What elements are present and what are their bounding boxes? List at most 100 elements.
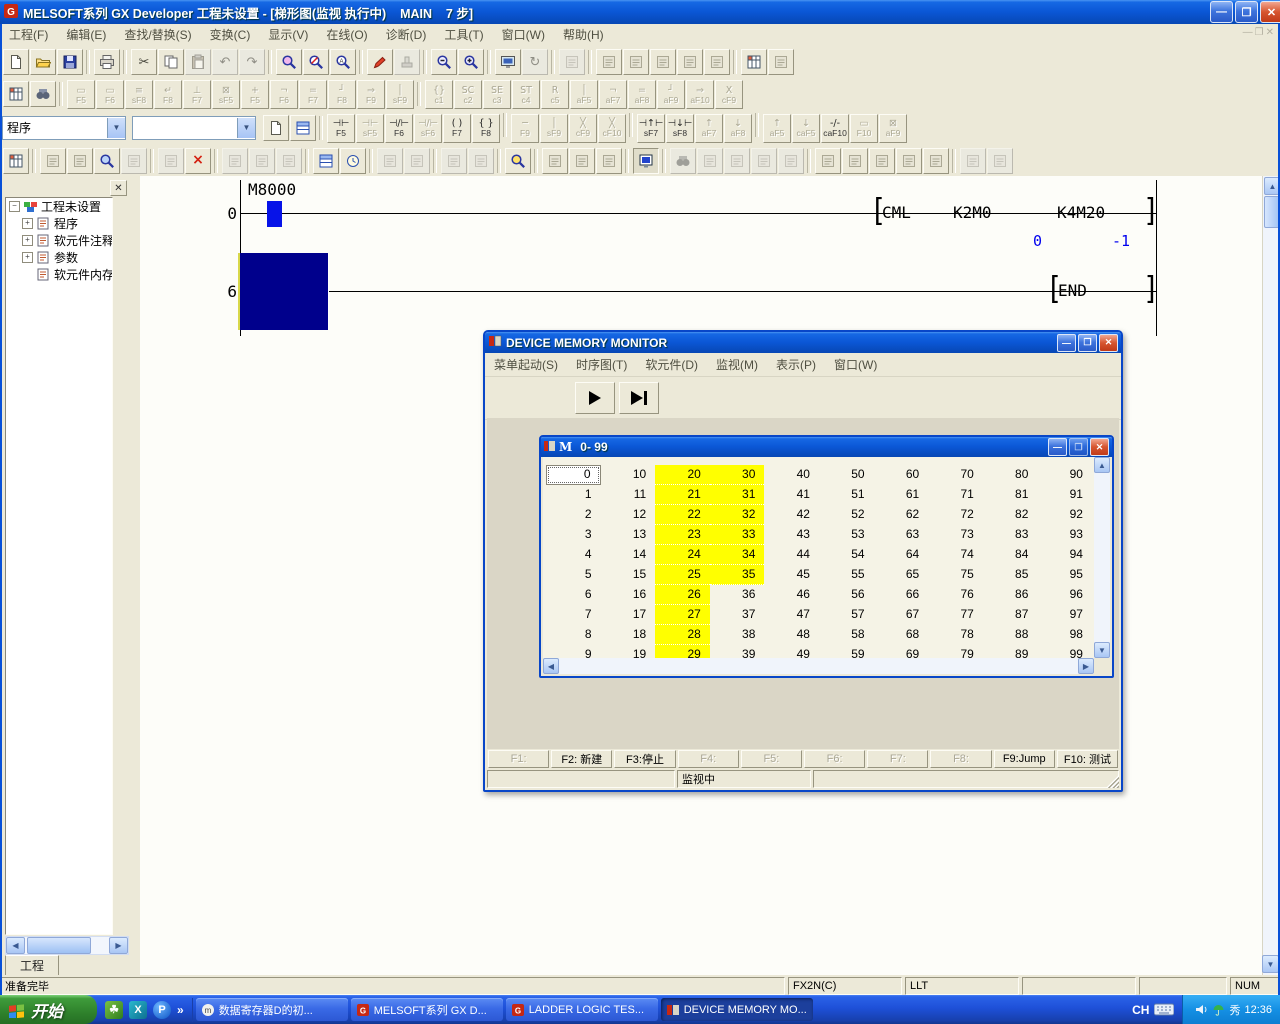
device-cell-95[interactable]: 95 bbox=[1037, 565, 1092, 585]
window-next-button[interactable] bbox=[468, 148, 494, 174]
language-indicator[interactable]: CH bbox=[1132, 1003, 1149, 1017]
device-cell-44[interactable]: 44 bbox=[764, 545, 819, 565]
device-cell-37[interactable]: 37 bbox=[710, 605, 765, 625]
ladder-edit-f9-button[interactable]: ⇒F9 bbox=[357, 80, 385, 109]
symbol-af5-button[interactable]: ↑aF5 bbox=[763, 114, 791, 143]
project-tab[interactable]: 工程 bbox=[5, 955, 59, 975]
device-cell-4[interactable]: 4 bbox=[546, 545, 601, 565]
project-compare-button[interactable] bbox=[30, 81, 56, 107]
scroll-right-icon[interactable]: ▶ bbox=[1078, 658, 1094, 674]
symbol-f10-button[interactable]: ▭F10 bbox=[850, 114, 878, 143]
device-cell-13[interactable]: 13 bbox=[601, 525, 656, 545]
fkey-10-button[interactable]: F10: 测试 bbox=[1057, 750, 1118, 768]
chevron-down-icon[interactable]: ▼ bbox=[107, 118, 125, 138]
paste-button[interactable] bbox=[185, 49, 211, 75]
menu-h[interactable]: 帮助(H) bbox=[554, 24, 613, 46]
window-arrange-button[interactable] bbox=[923, 148, 949, 174]
symbol-sf5-button[interactable]: ⊣⊢sF5 bbox=[356, 114, 384, 143]
device-cell-81[interactable]: 81 bbox=[983, 485, 1038, 505]
used-device-list-button[interactable] bbox=[815, 148, 841, 174]
device-cell-42[interactable]: 42 bbox=[764, 505, 819, 525]
instruction-arg2[interactable]: K4M20 bbox=[1057, 203, 1105, 222]
ladder-edit-af10-button[interactable]: ⇒aF10 bbox=[686, 80, 714, 109]
device-cell-27[interactable]: 27 bbox=[655, 605, 710, 625]
ladder-edit-c1-button[interactable]: {}c1 bbox=[425, 80, 453, 109]
taskbar-task-0[interactable]: m数据寄存器D的初... bbox=[196, 998, 348, 1021]
device-cell-28[interactable]: 28 bbox=[655, 625, 710, 645]
close-panel-icon[interactable]: ✕ bbox=[110, 180, 127, 196]
display-mode-button[interactable] bbox=[495, 49, 521, 75]
menu-t[interactable]: 工具(T) bbox=[435, 24, 492, 46]
scroll-left-icon[interactable]: ◀ bbox=[6, 937, 25, 954]
antivirus-umbrella-icon[interactable] bbox=[1212, 1003, 1225, 1016]
window-prev-button[interactable] bbox=[441, 148, 467, 174]
taskbar-task-2[interactable]: GLADDER LOGIC TES... bbox=[506, 998, 658, 1021]
fkey-3-button[interactable]: F3:停止 bbox=[614, 750, 675, 768]
sort-desc-button[interactable] bbox=[569, 148, 595, 174]
maximize-button[interactable]: ❐ bbox=[1078, 334, 1097, 352]
device-cell-70[interactable]: 70 bbox=[928, 465, 983, 485]
monitor-menu-d[interactable]: 软元件(D) bbox=[636, 354, 707, 376]
contact-m8000[interactable] bbox=[267, 201, 282, 227]
device-cell-36[interactable]: 36 bbox=[710, 585, 765, 605]
device-cell-60[interactable]: 60 bbox=[874, 465, 929, 485]
device-cell-64[interactable]: 64 bbox=[874, 545, 929, 565]
device-cell-51[interactable]: 51 bbox=[819, 485, 874, 505]
device-cell-41[interactable]: 41 bbox=[764, 485, 819, 505]
quick-launch-more-icon[interactable]: » bbox=[177, 1003, 184, 1017]
device-cell-77[interactable]: 77 bbox=[928, 605, 983, 625]
device-cell-48[interactable]: 48 bbox=[764, 625, 819, 645]
tree-display-button[interactable] bbox=[290, 115, 316, 141]
device-cell-71[interactable]: 71 bbox=[928, 485, 983, 505]
maximize-button[interactable]: ❐ bbox=[1069, 438, 1088, 456]
ladder-marker-button[interactable] bbox=[367, 49, 393, 75]
launcher-3-icon[interactable]: P bbox=[153, 1001, 171, 1019]
symbol-cf10-button[interactable]: ╳cF10 bbox=[598, 114, 626, 143]
project-data-list-button[interactable] bbox=[3, 148, 29, 174]
menu-o[interactable]: 在线(O) bbox=[317, 24, 376, 46]
find-up-button[interactable] bbox=[724, 148, 750, 174]
device-cell-57[interactable]: 57 bbox=[819, 605, 874, 625]
comment-edit-button[interactable] bbox=[40, 148, 66, 174]
device-cell-52[interactable]: 52 bbox=[819, 505, 874, 525]
ladder-edit-sf8-button[interactable]: ≡sF8 bbox=[125, 80, 153, 109]
scroll-left-icon[interactable]: ◀ bbox=[543, 658, 559, 674]
device-cell-55[interactable]: 55 bbox=[819, 565, 874, 585]
ladder-edit-af7-button[interactable]: ¬aF7 bbox=[599, 80, 627, 109]
sort-asc-button[interactable] bbox=[542, 148, 568, 174]
macro-save-button[interactable] bbox=[960, 148, 986, 174]
scroll-down-icon[interactable]: ▼ bbox=[1262, 955, 1279, 973]
device-cell-0[interactable]: 0 bbox=[546, 465, 601, 485]
launcher-2-icon[interactable]: X bbox=[129, 1001, 147, 1019]
device-cell-50[interactable]: 50 bbox=[819, 465, 874, 485]
circuit-find-button[interactable] bbox=[94, 148, 120, 174]
device-cell-23[interactable]: 23 bbox=[655, 525, 710, 545]
pan-hand-button[interactable] bbox=[987, 148, 1013, 174]
refresh-button[interactable]: ↻ bbox=[522, 49, 548, 75]
device-cell-67[interactable]: 67 bbox=[874, 605, 929, 625]
insert-row-button[interactable] bbox=[222, 148, 248, 174]
tree-item-1[interactable]: +软元件注释 bbox=[6, 232, 112, 249]
window-tile-h-button[interactable] bbox=[869, 148, 895, 174]
device-cell-5[interactable]: 5 bbox=[546, 565, 601, 585]
monitor-test-mode-button[interactable] bbox=[505, 148, 531, 174]
find-down-button[interactable] bbox=[697, 148, 723, 174]
restore-button[interactable]: ❐ bbox=[1235, 1, 1258, 23]
zoom-out-button[interactable] bbox=[431, 49, 457, 75]
device-cell-1[interactable]: 1 bbox=[546, 485, 601, 505]
ladder-edit-c5-button[interactable]: Rc5 bbox=[541, 80, 569, 109]
tree-item-2[interactable]: +参数 bbox=[6, 249, 112, 266]
tree-item-3[interactable]: 软元件内存 bbox=[6, 266, 112, 283]
program-combobox[interactable]: 程序 ▼ bbox=[2, 116, 126, 140]
fkey-9-button[interactable]: F9:Jump bbox=[994, 750, 1055, 768]
start-button[interactable]: 开始 bbox=[0, 995, 97, 1024]
menu-s[interactable]: 查找/替换(S) bbox=[115, 24, 200, 46]
symbol-caf10-button[interactable]: -/-caF10 bbox=[821, 114, 849, 143]
ladder-edit-af8-button[interactable]: =aF8 bbox=[628, 80, 656, 109]
scroll-right-icon[interactable]: ▶ bbox=[109, 937, 128, 954]
ladder-edit-f5-button[interactable]: ▭F5 bbox=[67, 80, 95, 109]
copy-button[interactable] bbox=[158, 49, 184, 75]
device-cell-63[interactable]: 63 bbox=[874, 525, 929, 545]
menu-v[interactable]: 显示(V) bbox=[259, 24, 317, 46]
device-cell-2[interactable]: 2 bbox=[546, 505, 601, 525]
